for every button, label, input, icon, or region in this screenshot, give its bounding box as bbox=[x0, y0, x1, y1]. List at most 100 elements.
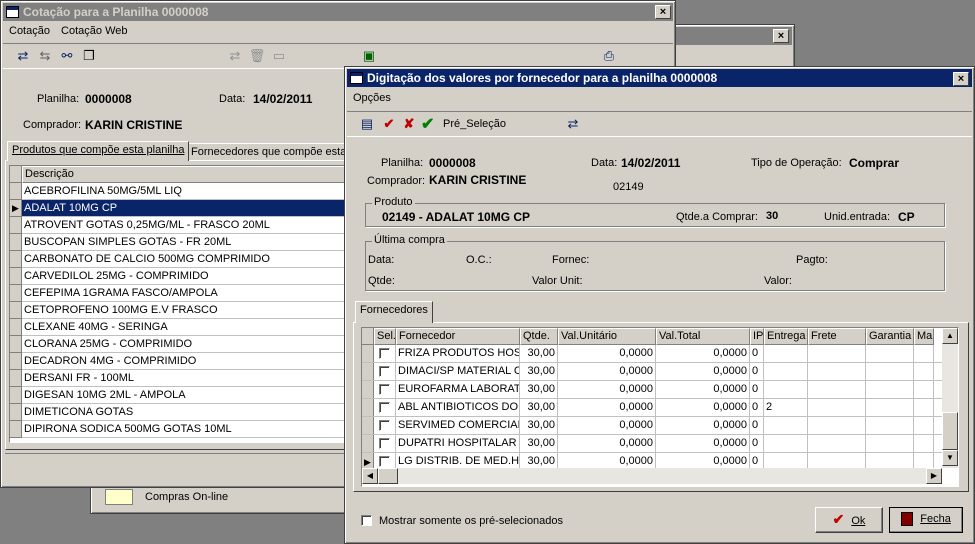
supplier-total[interactable]: 0,0000 bbox=[656, 435, 750, 453]
product-row[interactable]: DECADRON 4MG - COMPRIMIDO bbox=[22, 353, 348, 370]
mostrar-checkbox-row[interactable]: Mostrar somente os pré-selecionados bbox=[361, 513, 621, 529]
column-header[interactable]: Entrega bbox=[764, 328, 808, 345]
row-indicator[interactable] bbox=[10, 285, 22, 302]
binoculars-icon[interactable]: ⚯ bbox=[57, 46, 77, 66]
supplier-frete[interactable] bbox=[808, 417, 866, 435]
row-indicator[interactable] bbox=[10, 319, 22, 336]
column-header[interactable]: Val.Unitário bbox=[558, 328, 656, 345]
supplier-qtde[interactable]: 30,00 bbox=[520, 399, 558, 417]
scroll-hthumb[interactable] bbox=[378, 468, 398, 484]
supplier-ma[interactable] bbox=[914, 363, 934, 381]
supplier-unit-price[interactable]: 0,0000 bbox=[558, 399, 656, 417]
digitacao-window-close-button[interactable]: × bbox=[953, 72, 969, 86]
select-cell[interactable] bbox=[374, 381, 396, 399]
select-checkbox[interactable] bbox=[379, 366, 390, 377]
column-header[interactable]: Frete bbox=[808, 328, 866, 345]
supplier-row[interactable]: DUPATRI HOSPITALAR 30,00 0,0000 0,0000 0 bbox=[362, 435, 942, 453]
product-row[interactable]: CARVEDILOL 25MG - COMPRIMIDO bbox=[22, 268, 348, 285]
menu-opcoes[interactable]: Opções bbox=[353, 92, 391, 104]
supplier-ma[interactable] bbox=[914, 417, 934, 435]
supplier-unit-price[interactable]: 0,0000 bbox=[558, 381, 656, 399]
supplier-row[interactable]: DIMACI/SP MATERIAL C 30,00 0,0000 0,0000 0 bbox=[362, 363, 942, 381]
tab-fornecedores-dw[interactable]: Fornecedores bbox=[355, 301, 433, 323]
supplier-qtde[interactable]: 30,00 bbox=[520, 381, 558, 399]
supplier-garantia[interactable] bbox=[866, 345, 914, 363]
select-checkbox[interactable] bbox=[379, 402, 390, 413]
product-row[interactable]: DERSANI FR - 100ML bbox=[22, 370, 348, 387]
select-cell[interactable] bbox=[374, 435, 396, 453]
product-row[interactable]: ATROVENT GOTAS 0,25MG/ML - FRASCO 20ML bbox=[22, 217, 348, 234]
row-indicator[interactable] bbox=[10, 404, 22, 421]
supplier-entrega[interactable] bbox=[764, 417, 808, 435]
supplier-qtde[interactable]: 30,00 bbox=[520, 363, 558, 381]
product-row[interactable]: DIPIRONA SODICA 500MG GOTAS 10ML bbox=[22, 421, 348, 438]
supplier-row[interactable]: ABL ANTIBIOTICOS DO 30,00 0,0000 0,0000 0 2 bbox=[362, 399, 942, 417]
supplier-unit-price[interactable]: 0,0000 bbox=[558, 435, 656, 453]
supplier-ipi[interactable]: 0 bbox=[750, 399, 764, 417]
supplier-total[interactable]: 0,0000 bbox=[656, 363, 750, 381]
compras-online-item[interactable]: Compras On-line bbox=[103, 489, 303, 507]
column-header[interactable]: Ma bbox=[914, 328, 934, 345]
select-checkbox[interactable] bbox=[379, 420, 390, 431]
row-indicator[interactable] bbox=[10, 217, 22, 234]
scroll-left-icon[interactable]: ◀ bbox=[362, 468, 378, 484]
product-row[interactable]: DIGESAN 10MG 2ML - AMPOLA bbox=[22, 387, 348, 404]
supplier-row[interactable]: EUROFARMA LABORAT 30,00 0,0000 0,0000 0 bbox=[362, 381, 942, 399]
transfer-web-icon[interactable]: ⇆ bbox=[35, 46, 55, 66]
select-checkbox[interactable] bbox=[379, 348, 390, 359]
supplier-total[interactable]: 0,0000 bbox=[656, 399, 750, 417]
supplier-total[interactable]: 0,0000 bbox=[656, 345, 750, 363]
pre-selecao-button[interactable]: ✔ Pré_Seleção bbox=[421, 114, 541, 134]
cross-icon[interactable]: ✘ bbox=[399, 114, 419, 134]
column-header[interactable]: Sel. bbox=[374, 328, 396, 345]
supplier-garantia[interactable] bbox=[866, 399, 914, 417]
row-indicator[interactable] bbox=[10, 183, 22, 200]
supplier-unit-price[interactable]: 0,0000 bbox=[558, 417, 656, 435]
ok-button[interactable]: ✔ Ok bbox=[815, 507, 883, 533]
supplier-entrega[interactable] bbox=[764, 381, 808, 399]
select-checkbox[interactable] bbox=[379, 384, 390, 395]
product-row[interactable]: BUSCOPAN SIMPLES GOTAS - FR 20ML bbox=[22, 234, 348, 251]
column-header[interactable]: IPI bbox=[750, 328, 764, 345]
product-row[interactable]: ADALAT 10MG CP bbox=[22, 200, 348, 217]
supplier-entrega[interactable] bbox=[764, 345, 808, 363]
column-header[interactable]: Fornecedor bbox=[396, 328, 520, 345]
supplier-garantia[interactable] bbox=[866, 435, 914, 453]
row-indicator[interactable] bbox=[10, 370, 22, 387]
transfer-icon[interactable]: ⇄ bbox=[13, 46, 33, 66]
tab-produtos[interactable]: Produtos que compõe esta planilha bbox=[7, 141, 190, 161]
supplier-ma[interactable] bbox=[914, 381, 934, 399]
tab-fornecedores[interactable]: Fornecedores que compõe esta bbox=[186, 143, 352, 161]
column-header[interactable]: Qtde. bbox=[520, 328, 558, 345]
chart-icon[interactable]: ▤ bbox=[357, 114, 377, 134]
cotacao-window-close-button[interactable]: × bbox=[655, 5, 671, 19]
current-row-indicator[interactable]: ▶ bbox=[10, 200, 22, 217]
supplier-qtde[interactable]: 30,00 bbox=[520, 417, 558, 435]
column-header[interactable]: Val.Total bbox=[656, 328, 750, 345]
supplier-ma[interactable] bbox=[914, 345, 934, 363]
row-indicator[interactable] bbox=[10, 387, 22, 404]
supplier-garantia[interactable] bbox=[866, 363, 914, 381]
supplier-row[interactable]: SERVIMED COMERCIAL 30,00 0,0000 0,0000 0 bbox=[362, 417, 942, 435]
product-row[interactable]: CLEXANE 40MG - SERINGA bbox=[22, 319, 348, 336]
background-window-close-button[interactable]: × bbox=[773, 29, 789, 43]
product-row[interactable]: CLORANA 25MG - COMPRIMIDO bbox=[22, 336, 348, 353]
product-row[interactable]: CARBONATO DE CALCIO 500MG COMPRIMIDO bbox=[22, 251, 348, 268]
supplier-ipi[interactable]: 0 bbox=[750, 435, 764, 453]
select-cell[interactable] bbox=[374, 399, 396, 417]
supplier-qtde[interactable]: 30,00 bbox=[520, 435, 558, 453]
supplier-ipi[interactable]: 0 bbox=[750, 363, 764, 381]
row-indicator[interactable] bbox=[10, 251, 22, 268]
supplier-frete[interactable] bbox=[808, 345, 866, 363]
supplier-ipi[interactable]: 0 bbox=[750, 345, 764, 363]
column-header[interactable]: Garantia bbox=[866, 328, 914, 345]
supplier-garantia[interactable] bbox=[866, 417, 914, 435]
supplier-name[interactable]: DUPATRI HOSPITALAR bbox=[396, 435, 520, 453]
supplier-frete[interactable] bbox=[808, 435, 866, 453]
supplier-unit-price[interactable]: 0,0000 bbox=[558, 345, 656, 363]
save-icon[interactable]: ▣ bbox=[359, 46, 379, 66]
grid-header-descricao[interactable]: Descrição bbox=[22, 166, 348, 183]
menu-cotacao[interactable]: Cotação bbox=[9, 25, 50, 37]
supplier-name[interactable]: SERVIMED COMERCIAL bbox=[396, 417, 520, 435]
supplier-unit-price[interactable]: 0,0000 bbox=[558, 363, 656, 381]
